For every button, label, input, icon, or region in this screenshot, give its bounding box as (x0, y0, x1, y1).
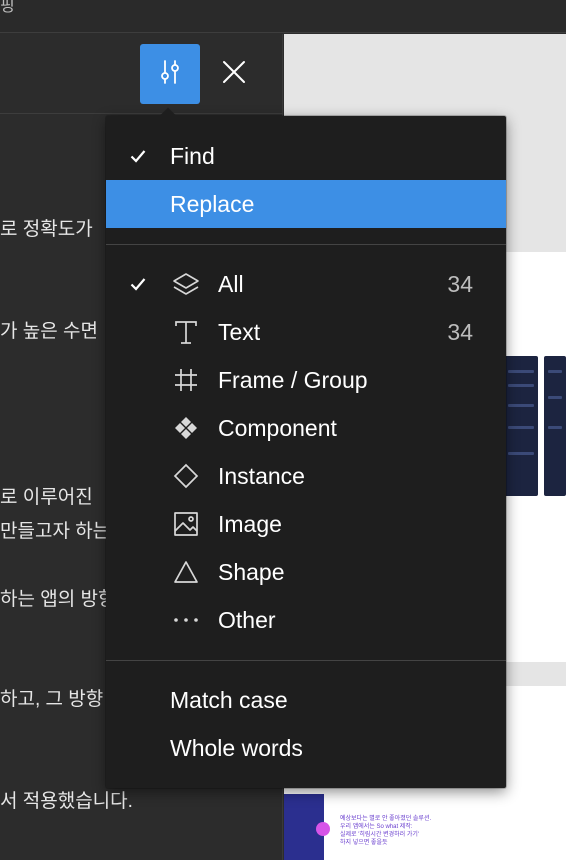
option-match-case[interactable]: Match case (106, 676, 506, 724)
menu-divider (106, 660, 506, 661)
filter-item-label: All (218, 270, 244, 297)
filter-item-label: Shape (218, 558, 285, 585)
result-text-line[interactable]: 하고, 그 방향 (0, 684, 103, 711)
result-text-line[interactable]: 서 적용했습니다. (0, 786, 133, 813)
top-bar: 핑 (0, 0, 566, 33)
app-screenshot-thumbnail[interactable] (544, 356, 566, 496)
checkmark-icon (128, 146, 148, 166)
image-icon (172, 510, 200, 538)
option-label: Whole words (170, 734, 303, 761)
filter-item-other[interactable]: Other (106, 596, 506, 644)
filter-item-label: Text (218, 318, 261, 345)
search-options-menu: Find Replace All 34 Text 34 Frame / Grou… (106, 107, 506, 788)
filter-item-count: 34 (447, 318, 473, 345)
component-icon (172, 414, 200, 442)
annotation-dot (316, 822, 330, 836)
search-settings-button[interactable] (140, 44, 200, 104)
panel-header (0, 34, 283, 114)
filter-item-instance[interactable]: Instance (106, 452, 506, 500)
result-text-line[interactable]: 만들고자 하는 (0, 516, 110, 543)
shape-icon (172, 558, 200, 586)
filter-item-label: Frame / Group (218, 366, 368, 393)
sliders-icon (157, 59, 183, 90)
result-text-line[interactable]: 하는 앱의 방향 (0, 584, 115, 611)
top-bar-text-fragment: 핑 (0, 0, 15, 15)
filter-item-label: Component (218, 414, 337, 441)
filter-item-label: Image (218, 510, 282, 537)
filter-item-frame-group[interactable]: Frame / Group (106, 356, 506, 404)
checkmark-icon (128, 274, 148, 294)
menu-item-replace[interactable]: Replace (106, 180, 506, 228)
result-text-line[interactable]: 가 높은 수면 (0, 316, 98, 343)
option-whole-words[interactable]: Whole words (106, 724, 506, 772)
filter-item-component[interactable]: Component (106, 404, 506, 452)
close-icon (222, 60, 246, 89)
menu-item-label: Find (170, 142, 215, 169)
filter-item-count: 34 (447, 270, 473, 297)
filter-item-all[interactable]: All 34 (106, 260, 506, 308)
filter-item-shape[interactable]: Shape (106, 548, 506, 596)
text-icon (172, 318, 200, 346)
option-label: Match case (170, 686, 288, 713)
layers-icon (172, 270, 200, 298)
result-text-line[interactable]: 로 이루어진 (0, 482, 93, 509)
annotation-note: 예상보다는 별로 안 좋아졌던 솔루션. 우리 앱에서는 So what 제작:… (340, 816, 432, 846)
app-screenshot-thumbnail[interactable] (504, 356, 538, 496)
menu-divider (106, 244, 506, 245)
frame-icon (172, 366, 200, 394)
filter-item-label: Other (218, 606, 276, 633)
menu-item-find[interactable]: Find (106, 132, 506, 180)
more-icon (172, 606, 200, 634)
instance-icon (172, 462, 200, 490)
filter-item-text[interactable]: Text 34 (106, 308, 506, 356)
filter-item-image[interactable]: Image (106, 500, 506, 548)
close-button[interactable] (212, 44, 256, 104)
result-text-line[interactable]: 로 정확도가 (0, 214, 93, 241)
filter-item-label: Instance (218, 462, 305, 489)
menu-item-label: Replace (170, 190, 255, 217)
